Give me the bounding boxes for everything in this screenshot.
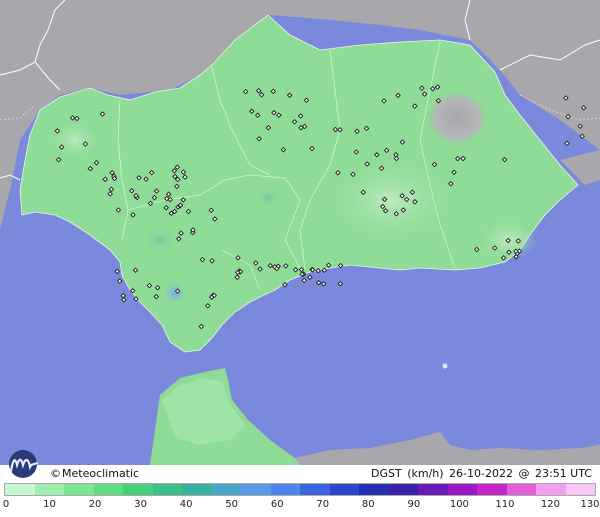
scale-swatch xyxy=(211,484,241,495)
scale-swatch xyxy=(447,484,477,495)
scale-tick-label: 0 xyxy=(2,499,10,510)
scale-tick-label: 100 xyxy=(449,499,469,510)
scale-swatch xyxy=(300,484,330,495)
scale-tick-label: 50 xyxy=(225,499,239,510)
field-light-west xyxy=(51,122,99,158)
island xyxy=(442,363,448,369)
scale-swatch xyxy=(329,484,359,495)
wind-gust-map[interactable] xyxy=(0,0,600,465)
scale-swatch xyxy=(241,484,271,495)
map-viewer: ©Meteoclimatic DGST (km/h) 26-10-2022 @ … xyxy=(0,0,600,517)
caption-unit: (km/h) xyxy=(407,467,444,480)
color-scale-labels: 0 10 20 30 40 50 60 70 80 90 100 110 120 130 xyxy=(0,499,600,515)
scale-tick-label: 40 xyxy=(179,499,193,510)
field-teal-center xyxy=(256,188,280,208)
copyright-symbol: © xyxy=(50,467,61,480)
scale-swatch xyxy=(506,484,536,495)
scale-tick-label: 70 xyxy=(316,499,330,510)
color-scale-legend: 0 10 20 30 40 50 60 70 80 90 100 110 120 130 xyxy=(0,482,600,517)
scale-tick-label: 120 xyxy=(540,499,560,510)
field-teal-west xyxy=(144,228,176,252)
brand-text: ©Meteoclimatic xyxy=(50,467,139,480)
caption-variable: DGST xyxy=(370,467,402,480)
info-bar: ©Meteoclimatic DGST (km/h) 26-10-2022 @ … xyxy=(0,465,600,482)
field-light-center xyxy=(330,160,450,240)
scale-swatch xyxy=(34,484,64,495)
mountain-grey-area xyxy=(427,91,487,145)
scale-tick-label: 130 xyxy=(580,499,600,510)
caption-time: 23:51 UTC xyxy=(534,467,592,480)
scale-swatch xyxy=(477,484,507,495)
field-blue-spot xyxy=(163,282,187,304)
scale-swatch xyxy=(359,484,389,495)
scale-swatch xyxy=(182,484,212,495)
scale-tick-label: 20 xyxy=(88,499,102,510)
scale-tick-label: 60 xyxy=(270,499,284,510)
scale-tick-label: 30 xyxy=(134,499,147,510)
brand-name: Meteoclimatic xyxy=(62,467,140,480)
scale-tick-label: 80 xyxy=(361,499,375,510)
scale-tick-label: 90 xyxy=(407,499,421,510)
caption-date: 26-10-2022 xyxy=(449,467,513,480)
meteoclimatic-logo-icon[interactable] xyxy=(3,449,47,479)
scale-swatch xyxy=(152,484,182,495)
scale-swatch xyxy=(388,484,418,495)
scale-swatch xyxy=(536,484,566,495)
scale-swatch xyxy=(270,484,300,495)
scale-tick-label: 110 xyxy=(495,499,515,510)
scale-swatch xyxy=(5,484,35,495)
map-caption: DGST (km/h) 26-10-2022 @ 23:51 UTC xyxy=(369,467,592,480)
scale-swatch xyxy=(123,484,153,495)
scale-swatch xyxy=(93,484,123,495)
scale-swatch xyxy=(418,484,448,495)
scale-swatch xyxy=(565,484,595,495)
color-scale-bar xyxy=(4,483,596,496)
scale-swatch xyxy=(64,484,94,495)
caption-at: @ xyxy=(518,467,530,480)
scale-tick-label: 10 xyxy=(43,499,56,510)
